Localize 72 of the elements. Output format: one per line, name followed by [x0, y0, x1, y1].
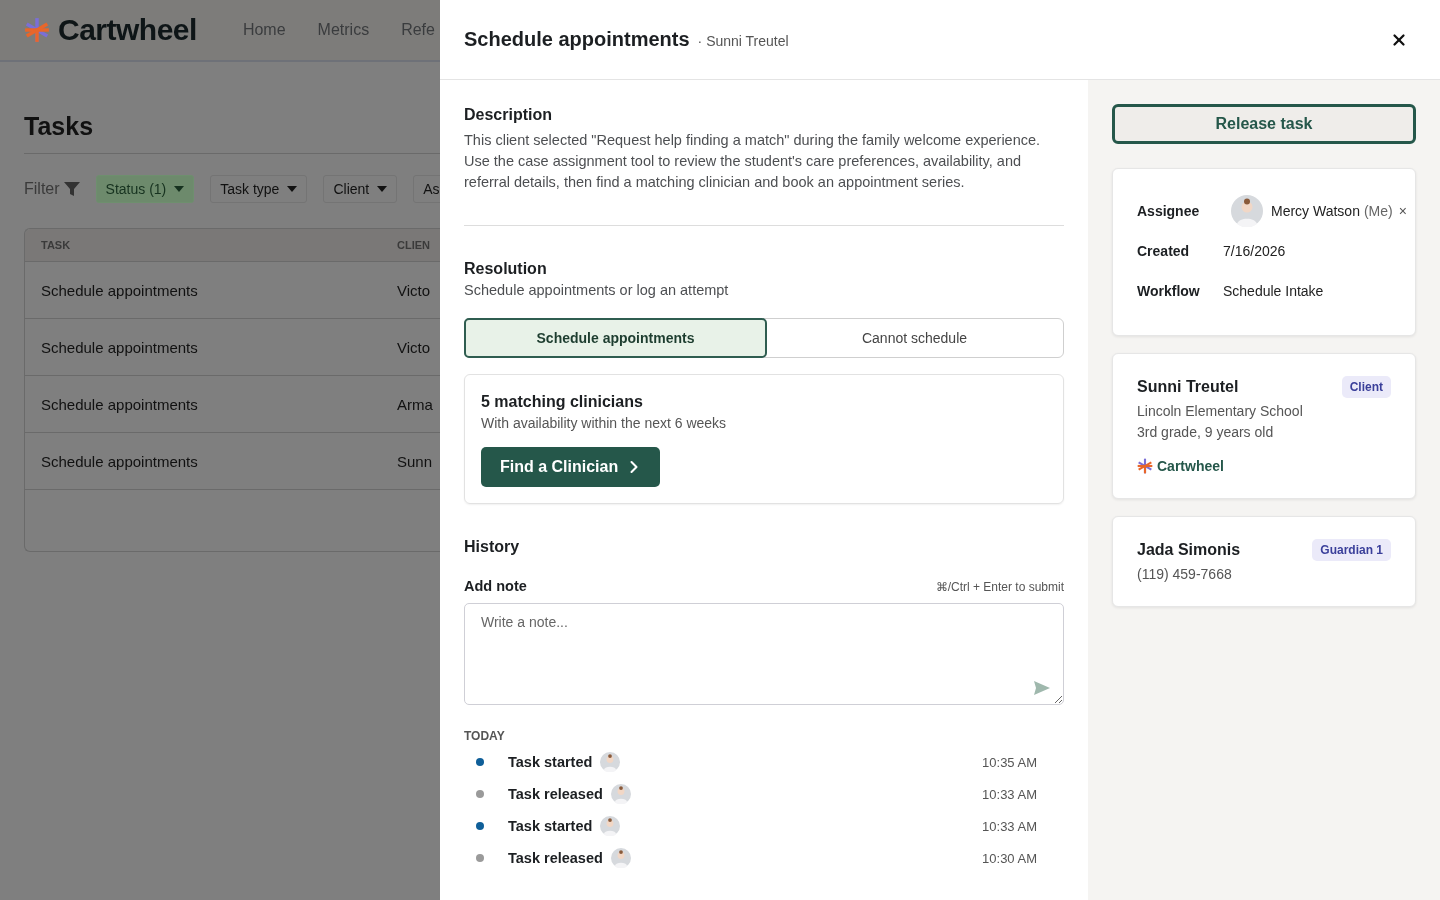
- table-cell: Schedule appointments: [41, 452, 198, 470]
- detail-label: Assignee: [1137, 203, 1201, 219]
- detail-value: Schedule Intake: [1223, 283, 1325, 299]
- release-task-button[interactable]: Release task: [1112, 104, 1416, 144]
- table-cell: Arma: [397, 395, 433, 413]
- filter-dropdown[interactable]: As: [413, 175, 440, 203]
- detail-value: 7/16/2026: [1223, 243, 1287, 259]
- card-subtitle: With availability within the next 6 weeks: [481, 415, 728, 431]
- caret-icon: [377, 186, 388, 192]
- avatar: [600, 816, 621, 836]
- avatar: [610, 784, 631, 804]
- filter-icon: [63, 181, 80, 197]
- nav-link[interactable]: Home: [242, 21, 286, 39]
- event-label: Task released: [508, 850, 603, 866]
- caret-icon: [174, 186, 185, 192]
- detail-label: Workflow: [1137, 283, 1201, 299]
- detail-label: Created: [1137, 243, 1191, 259]
- table-cell: Schedule appointments: [41, 395, 198, 413]
- contact-detail: Lincoln Elementary School: [1137, 403, 1304, 419]
- section-heading: History: [464, 538, 521, 556]
- table-cell: Victo: [397, 281, 431, 299]
- event-label: Task released: [508, 786, 603, 802]
- table-cell: Schedule appointments: [41, 281, 198, 299]
- event-time: 10:33 AM: [982, 786, 1037, 802]
- avatar: [600, 752, 621, 772]
- section-subtext: Schedule appointments or log an attempt: [464, 281, 730, 300]
- description-text: This client selected "Request help finding a match" during the family welcome experience. Use the case assignment tool to review the student's care preferences, availability, and referral details, then find a matching clinician and book an appointment series.: [464, 131, 1042, 192]
- contact-detail: 3rd grade, 9 years old: [1137, 424, 1275, 440]
- event-time: 10:30 AM: [982, 850, 1037, 866]
- group-label: TODAY: [464, 729, 506, 743]
- segment-option[interactable]: Cannot schedule: [765, 318, 1064, 358]
- page-title: Tasks: [24, 112, 440, 154]
- logo-icon: [24, 17, 50, 43]
- remove-button[interactable]: ×: [1398, 203, 1407, 219]
- table-cell: Schedule appointments: [41, 338, 198, 356]
- column-header: TASK: [41, 239, 72, 251]
- card-title: 5 matching clinicians: [481, 393, 644, 411]
- avatar: [610, 848, 631, 868]
- find-clinician-button[interactable]: Find a Clinician: [481, 447, 661, 487]
- caret-icon: [287, 186, 298, 192]
- me-label: (Me): [1363, 203, 1393, 219]
- brand-name: Cartwheel: [1157, 458, 1224, 474]
- column-header: CLIEN: [397, 239, 431, 251]
- event-label: Task started: [508, 818, 593, 834]
- table-cell: Sunn: [397, 452, 433, 470]
- note-field[interactable]: Write a note...: [464, 603, 1064, 705]
- event-time: 10:33 AM: [982, 818, 1037, 834]
- contact-name: Sunni Treutel: [1137, 378, 1239, 396]
- drawer-subtitle: · Sunni Treutel: [697, 33, 789, 49]
- contact-name: Jada Simonis: [1137, 541, 1241, 559]
- contact-detail: (119) 459-7668: [1137, 566, 1233, 582]
- logo-text: Cartwheel: [58, 13, 197, 47]
- event-time: 10:35 AM: [982, 754, 1037, 770]
- brand-icon: [1137, 458, 1153, 474]
- segment-option[interactable]: Schedule appointments: [464, 318, 767, 358]
- filter-dropdown[interactable]: Status (1): [95, 175, 195, 203]
- nav-link[interactable]: Metrics: [317, 21, 370, 39]
- role-badge: Client: [1341, 376, 1391, 398]
- drawer-title: Schedule appointments: [464, 28, 690, 51]
- filter-label: Filter: [24, 180, 60, 198]
- field-label: Add note: [464, 578, 527, 594]
- event-label: Task started: [508, 754, 593, 770]
- avatar: [1231, 195, 1263, 227]
- filter-dropdown[interactable]: Client: [323, 175, 398, 203]
- table-cell: Victo: [397, 338, 431, 356]
- section-heading: Description: [464, 106, 553, 124]
- shortcut-hint: ⌘/Ctrl + Enter to submit: [935, 580, 1064, 594]
- role-badge: Guardian 1: [1312, 539, 1391, 561]
- filter-dropdown[interactable]: Task type: [210, 175, 308, 203]
- section-heading: Resolution: [464, 260, 548, 278]
- detail-value: Mercy Watson: [1271, 203, 1360, 219]
- nav-link[interactable]: Refe: [401, 21, 435, 39]
